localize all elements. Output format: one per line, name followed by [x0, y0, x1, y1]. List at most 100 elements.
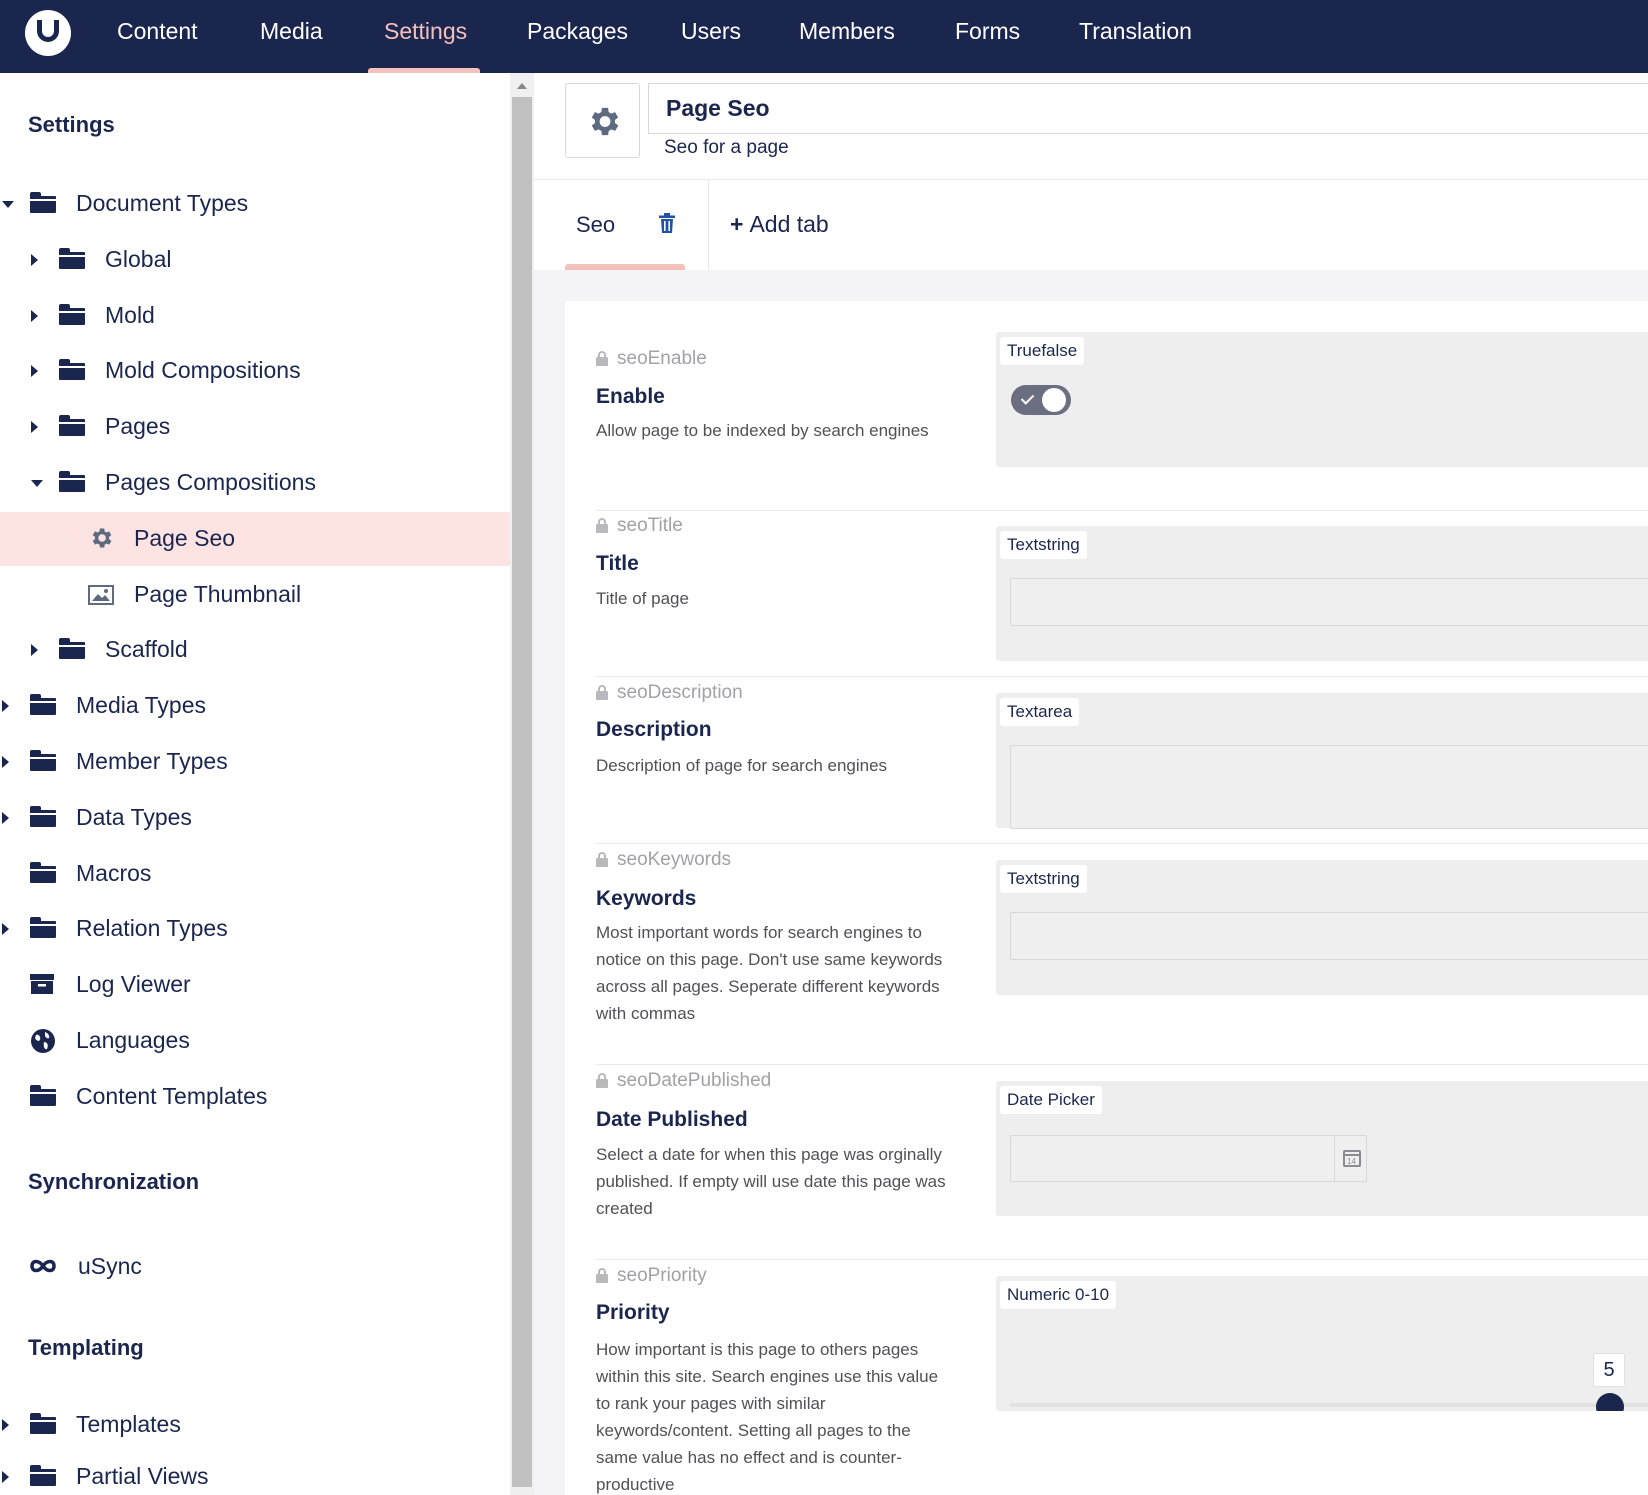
property-editor-preview[interactable]: Numeric 0-10 5: [996, 1276, 1648, 1411]
folder-icon: [30, 1413, 56, 1434]
property-description: Select a date for when this page was org…: [596, 1145, 946, 1218]
folder-icon: [59, 303, 85, 325]
tab-seo[interactable]: Seo: [576, 212, 615, 238]
caret-right-icon[interactable]: [31, 421, 38, 434]
enable-toggle[interactable]: [1011, 385, 1071, 415]
scrollbar-thumb[interactable]: [512, 97, 532, 1487]
caret-right-icon[interactable]: [31, 644, 38, 657]
tree-item-media-types[interactable]: Media Types: [0, 679, 510, 733]
caret-right-icon[interactable]: [2, 1419, 9, 1431]
slider-handle[interactable]: [1596, 1393, 1624, 1411]
nav-members[interactable]: Members: [799, 0, 895, 73]
tree-item-pages[interactable]: Pages: [0, 400, 510, 454]
property-alias[interactable]: seoKeywords: [596, 849, 731, 871]
property-alias[interactable]: seoDescription: [596, 682, 743, 704]
property-label[interactable]: Title: [596, 552, 639, 576]
nav-content[interactable]: Content: [117, 0, 198, 73]
nav-users[interactable]: Users: [681, 0, 741, 73]
add-tab-button[interactable]: + Add tab: [730, 211, 829, 238]
property-alias[interactable]: seoTitle: [596, 515, 683, 537]
sidebar-scrollbar[interactable]: [510, 73, 534, 1495]
lock-icon[interactable]: [596, 1073, 608, 1088]
caret-right-icon[interactable]: [31, 309, 38, 322]
caret-right-icon[interactable]: [31, 253, 38, 266]
property-alias[interactable]: seoDatePublished: [596, 1070, 771, 1092]
caret-right-icon[interactable]: [2, 700, 9, 713]
tree-item-log-viewer[interactable]: Log Viewer: [0, 958, 510, 1012]
property-label[interactable]: Date Published: [596, 1108, 748, 1132]
nav-forms[interactable]: Forms: [955, 0, 1020, 73]
property-label[interactable]: Priority: [596, 1301, 670, 1325]
nav-media[interactable]: Media: [260, 0, 323, 73]
lock-icon[interactable]: [596, 852, 608, 867]
document-type-description[interactable]: Seo for a page: [664, 137, 789, 159]
property-editor-preview[interactable]: Textstring: [996, 526, 1648, 661]
property-row-seoEnable: seoEnable Enable Allow page to be indexe…: [596, 332, 1648, 511]
caret-down-icon[interactable]: [31, 480, 43, 487]
property-editor-preview[interactable]: Textarea: [996, 693, 1648, 829]
tree-item-scaffold[interactable]: Scaffold: [0, 623, 510, 677]
sidebar-item-label: uSync: [78, 1253, 142, 1279]
caret-right-icon[interactable]: [2, 811, 9, 824]
globe-icon: [31, 1029, 55, 1053]
lock-icon[interactable]: [596, 351, 608, 366]
tree-item-pages-compositions[interactable]: Pages Compositions: [0, 456, 510, 510]
calendar-day-number: 14: [1347, 1157, 1356, 1166]
tree-item-document-types[interactable]: Document Types: [0, 177, 510, 231]
nav-packages[interactable]: Packages: [527, 0, 628, 73]
tree-item-label: Relation Types: [76, 915, 228, 942]
caret-right-icon[interactable]: [2, 923, 9, 936]
trash-icon[interactable]: [659, 213, 675, 233]
tree-item-mold[interactable]: Mold: [0, 289, 510, 343]
property-editor-preview[interactable]: Textstring: [996, 860, 1648, 995]
umbraco-logo[interactable]: [25, 10, 71, 56]
scroll-up-arrow-icon[interactable]: [517, 83, 527, 89]
property-description: Description of page for search engines: [596, 756, 888, 775]
date-picker-button[interactable]: 14: [1334, 1136, 1368, 1181]
tree-item-relation-types[interactable]: Relation Types: [0, 902, 510, 956]
caret-right-icon[interactable]: [2, 1471, 9, 1483]
nav-settings[interactable]: Settings: [384, 0, 467, 73]
logo-u-mark: [37, 20, 59, 42]
caret-down-icon[interactable]: [2, 201, 14, 208]
slider-track[interactable]: [1010, 1403, 1648, 1407]
tree-item-label: Pages Compositions: [105, 469, 316, 495]
tree-item-data-types[interactable]: Data Types: [0, 791, 510, 845]
tree-item-page-thumbnail[interactable]: Page Thumbnail: [0, 568, 510, 622]
document-type-name-input[interactable]: [648, 83, 1648, 134]
tree-item-languages[interactable]: Languages: [0, 1014, 510, 1068]
tree-item-label: Log Viewer: [76, 971, 191, 998]
nav-translation[interactable]: Translation: [1079, 0, 1192, 73]
tree-item-templates[interactable]: Templates: [0, 1398, 510, 1452]
property-editor-preview[interactable]: Truefalse: [996, 332, 1648, 467]
tree-item-global[interactable]: Global: [0, 233, 510, 287]
tree-item-member-types[interactable]: Member Types: [0, 735, 510, 789]
property-editor-preview[interactable]: Date Picker 14: [996, 1081, 1648, 1216]
caret-right-icon[interactable]: [2, 756, 9, 768]
lock-icon[interactable]: [596, 518, 608, 533]
section-title-synchronization: Synchronization: [28, 1169, 200, 1194]
property-label[interactable]: Enable: [596, 385, 665, 409]
folder-icon: [30, 1084, 56, 1106]
tree-item-page-seo[interactable]: Page Seo: [0, 511, 510, 566]
tree-item-partial-views[interactable]: Partial Views: [0, 1450, 510, 1495]
lock-icon[interactable]: [596, 685, 608, 700]
editor-type-badge: Textstring: [1000, 865, 1087, 893]
editor-header: Seo for a page: [534, 73, 1648, 180]
tree-item-label: Page Thumbnail: [134, 580, 302, 607]
picture-icon: [88, 584, 114, 605]
property-alias[interactable]: seoEnable: [596, 348, 707, 370]
property-row-seoDescription: seoDescription Description Description o…: [596, 677, 1648, 844]
tree-item-mold-compositions[interactable]: Mold Compositions: [0, 344, 510, 398]
property-alias[interactable]: seoPriority: [596, 1265, 707, 1287]
sidebar-item-usync[interactable]: uSync: [0, 1240, 510, 1294]
property-label[interactable]: Description: [596, 718, 712, 742]
tree-item-content-templates[interactable]: Content Templates: [0, 1070, 510, 1124]
property-label[interactable]: Keywords: [596, 887, 696, 911]
lock-icon[interactable]: [596, 1268, 608, 1283]
document-type-icon-picker[interactable]: [565, 83, 640, 158]
property-description: Allow page to be indexed by search engin…: [596, 421, 929, 440]
folder-icon: [59, 471, 85, 492]
caret-right-icon[interactable]: [31, 365, 38, 378]
tree-item-macros[interactable]: Macros: [0, 847, 510, 901]
